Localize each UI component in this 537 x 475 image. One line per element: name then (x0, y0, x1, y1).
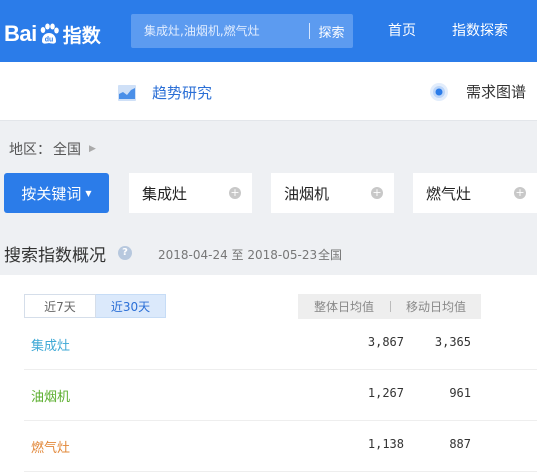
add-compare-icon[interactable]: + (371, 187, 383, 199)
keyword-label: 集成灶 (142, 184, 188, 203)
tab-last-7-days[interactable]: 近7天 (24, 294, 96, 318)
tab-trend-research[interactable]: 趋势研究 (118, 82, 212, 103)
table-row: 集成灶 3,867 3,365 (24, 320, 537, 370)
region-label: 地区： (9, 142, 51, 158)
row-keyword[interactable]: 集成灶 (31, 335, 70, 354)
row-mobile-value: 3,365 (434, 335, 471, 349)
demand-graph-icon (430, 82, 448, 101)
region-selector[interactable]: 地区： 全国 ▶ (9, 139, 96, 159)
svg-text:du: du (44, 37, 53, 44)
keyword-card[interactable]: 油烟机 + (271, 173, 394, 213)
overview-region: 全国 (318, 248, 343, 262)
by-keyword-label: 按关键词 (21, 184, 82, 203)
search-box: 探索 (131, 14, 353, 48)
paw-icon: du (40, 23, 59, 44)
logo-suffix: 指数 (62, 24, 101, 47)
column-header-overall: 整体日均值 (313, 300, 374, 314)
baidu-index-logo[interactable]: Bai du 指数 (4, 21, 101, 47)
column-header-mobile: 移动日均值 (405, 300, 466, 314)
add-compare-icon[interactable]: + (229, 187, 241, 199)
nav-index-explore-link[interactable]: 指数探索 (452, 20, 508, 40)
row-overall-value: 3,867 (367, 335, 404, 349)
keyword-label: 油烟机 (284, 184, 330, 203)
add-compare-icon[interactable]: + (514, 187, 526, 199)
table-row: 油烟机 1,267 961 (24, 371, 537, 421)
keyword-label: 燃气灶 (426, 184, 472, 203)
overview-panel: 近7天 近30天 整体日均值 移动日均值 集成灶 3,867 3,365 油烟机… (0, 275, 537, 475)
demand-graph-label: 需求图谱 (466, 83, 527, 101)
chevron-right-icon: ▶ (89, 144, 96, 154)
tab-last-30-days[interactable]: 近30天 (96, 294, 166, 318)
row-overall-value: 1,138 (367, 437, 404, 451)
search-button[interactable]: 探索 (310, 14, 353, 48)
search-input[interactable] (131, 14, 309, 48)
top-header: Bai du 指数 探索 首页 指数探索 (0, 0, 537, 62)
row-overall-value: 1,267 (367, 386, 404, 400)
keyword-card[interactable]: 集成灶 + (129, 173, 252, 213)
nav-home-link[interactable]: 首页 (388, 20, 416, 40)
row-mobile-value: 887 (449, 437, 471, 451)
row-keyword[interactable]: 燃气灶 (31, 437, 70, 456)
tab-demand-graph[interactable]: 需求图谱 (429, 81, 526, 102)
section-title: 搜索指数概况 (4, 246, 106, 266)
period-toggle: 近7天 近30天 (24, 294, 166, 318)
trend-chart-icon (118, 84, 136, 101)
logo-text: Bai (4, 21, 37, 46)
table-header: 整体日均值 移动日均值 (298, 294, 481, 319)
row-mobile-value: 961 (449, 386, 471, 400)
row-keyword[interactable]: 油烟机 (31, 386, 70, 405)
help-icon[interactable]: ? (118, 246, 132, 260)
table-row: 燃气灶 1,138 887 (24, 422, 537, 472)
keyword-card[interactable]: 燃气灶 + (413, 173, 537, 213)
by-keyword-dropdown[interactable]: 按关键词 ▼ (4, 173, 109, 213)
trend-research-label: 趋势研究 (152, 84, 213, 102)
date-range: 2018-04-24 至 2018-05-23 (158, 248, 318, 262)
caret-down-icon: ▼ (85, 188, 92, 198)
region-value: 全国 (53, 142, 81, 158)
sub-navigation: 趋势研究 需求图谱 (0, 62, 537, 121)
